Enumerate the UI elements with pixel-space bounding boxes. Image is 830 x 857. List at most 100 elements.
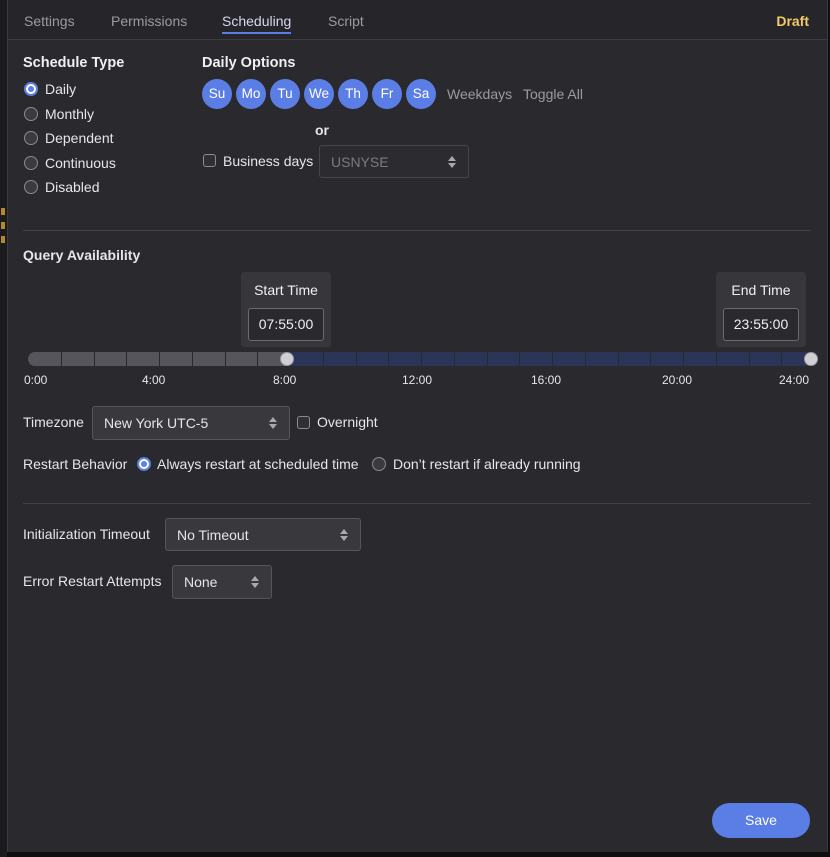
day-toggle-thursday[interactable]: Th bbox=[338, 79, 368, 109]
end-time-box: End Time 23:55:00 bbox=[716, 272, 806, 347]
section-divider bbox=[23, 503, 811, 504]
schedule-daily-label[interactable]: Daily bbox=[45, 81, 76, 97]
overnight-checkbox[interactable] bbox=[297, 416, 310, 429]
slider-hour-notch bbox=[322, 352, 324, 366]
slider-hour-notch bbox=[159, 352, 160, 366]
always-restart-radio[interactable] bbox=[137, 457, 151, 471]
day-toggle-saturday[interactable]: Sa bbox=[406, 79, 436, 109]
tab-settings[interactable]: Settings bbox=[24, 13, 75, 29]
schedule-disabled-label[interactable]: Disabled bbox=[45, 179, 99, 195]
slider-hour-notch bbox=[421, 352, 422, 366]
slider-hour-notch bbox=[388, 352, 390, 366]
day-toggle-monday[interactable]: Mo bbox=[236, 79, 266, 109]
restart-behavior-label: Restart Behavior bbox=[23, 456, 128, 472]
slider-hour-notch bbox=[781, 352, 783, 366]
hour-tick-label: 12:00 bbox=[402, 373, 433, 387]
slider-hour-notch bbox=[683, 352, 684, 366]
business-days-label[interactable]: Business days bbox=[223, 153, 313, 169]
draft-status-badge: Draft bbox=[776, 13, 809, 29]
slider-inactive-segment bbox=[28, 352, 288, 366]
background-marker bbox=[1, 208, 5, 215]
hour-tick-label: 8:00 bbox=[273, 373, 297, 387]
section-divider bbox=[23, 230, 811, 231]
slider-hour-notch bbox=[355, 352, 357, 366]
hour-tick-label: 20:00 bbox=[662, 373, 693, 387]
slider-hour-notch bbox=[617, 352, 619, 366]
select-updown-icon bbox=[269, 417, 277, 429]
select-updown-icon bbox=[251, 576, 259, 588]
timezone-value: New York UTC-5 bbox=[104, 415, 209, 431]
weekdays-button[interactable]: Weekdays bbox=[447, 86, 512, 102]
day-toggle-friday[interactable]: Fr bbox=[372, 79, 402, 109]
start-time-box: Start Time 07:55:00 bbox=[241, 272, 331, 347]
slider-hour-notch bbox=[93, 352, 95, 366]
schedule-monthly-radio[interactable] bbox=[24, 107, 38, 121]
timezone-label: Timezone bbox=[23, 414, 84, 430]
save-button[interactable]: Save bbox=[712, 803, 810, 838]
business-calendar-value: USNYSE bbox=[331, 154, 389, 170]
schedule-dependent-radio[interactable] bbox=[24, 131, 38, 145]
timezone-select[interactable]: New York UTC-5 bbox=[92, 406, 290, 440]
schedule-daily-radio[interactable] bbox=[24, 82, 38, 96]
error-restart-attempts-select[interactable]: None bbox=[172, 565, 272, 599]
schedule-dependent-label[interactable]: Dependent bbox=[45, 130, 114, 146]
business-calendar-select[interactable]: USNYSE bbox=[319, 145, 469, 178]
select-updown-icon bbox=[448, 156, 456, 168]
error-restart-attempts-label: Error Restart Attempts bbox=[23, 573, 162, 589]
schedule-continuous-label[interactable]: Continuous bbox=[45, 155, 116, 171]
schedule-disabled-radio[interactable] bbox=[24, 180, 38, 194]
scheduling-dialog: Settings Permissions Scheduling Script D… bbox=[7, 0, 828, 852]
slider-hour-notch bbox=[715, 352, 717, 366]
slider-hour-notch bbox=[126, 352, 128, 366]
day-toggle-sunday[interactable]: Su bbox=[202, 79, 232, 109]
availability-range-slider[interactable] bbox=[28, 352, 814, 366]
slider-hour-notch bbox=[650, 352, 652, 366]
slider-hour-notch bbox=[453, 352, 455, 366]
tab-bar: Settings Permissions Scheduling Script D… bbox=[8, 0, 827, 40]
schedule-monthly-label[interactable]: Monthly bbox=[45, 106, 94, 122]
dont-restart-radio[interactable] bbox=[372, 457, 386, 471]
or-separator: or bbox=[315, 122, 329, 138]
start-time-input[interactable]: 07:55:00 bbox=[248, 308, 324, 341]
slider-hour-notch bbox=[519, 352, 521, 366]
hour-tick-label: 16:00 bbox=[531, 373, 562, 387]
tab-scheduling[interactable]: Scheduling bbox=[222, 13, 292, 34]
dont-restart-label[interactable]: Don’t restart if already running bbox=[393, 456, 581, 472]
schedule-continuous-radio[interactable] bbox=[24, 156, 38, 170]
background-marker bbox=[1, 222, 5, 229]
hour-tick-label: 0:00 bbox=[24, 373, 48, 387]
slider-hour-notch bbox=[224, 352, 226, 366]
query-availability-heading: Query Availability bbox=[23, 247, 141, 263]
background-marker bbox=[1, 236, 5, 243]
initialization-timeout-select[interactable]: No Timeout bbox=[165, 518, 361, 551]
hour-tick-label: 4:00 bbox=[142, 373, 166, 387]
slider-hour-notch bbox=[552, 352, 553, 366]
slider-active-segment bbox=[287, 352, 812, 366]
business-days-checkbox[interactable] bbox=[203, 154, 216, 167]
select-updown-icon bbox=[340, 529, 348, 541]
initialization-timeout-value: No Timeout bbox=[177, 527, 249, 543]
slider-hour-notch bbox=[60, 352, 62, 366]
end-time-label: End Time bbox=[731, 282, 791, 298]
error-restart-attempts-value: None bbox=[184, 574, 218, 590]
tab-script[interactable]: Script bbox=[328, 13, 364, 29]
slider-hour-notch bbox=[191, 352, 193, 366]
initialization-timeout-label: Initialization Timeout bbox=[23, 526, 150, 542]
tab-permissions[interactable]: Permissions bbox=[111, 13, 187, 29]
slider-hour-notch bbox=[486, 352, 488, 366]
background-window-edge bbox=[0, 0, 7, 857]
hour-tick-label: 24:00 bbox=[779, 373, 810, 387]
end-time-input[interactable]: 23:55:00 bbox=[723, 308, 799, 341]
slider-hour-notch bbox=[584, 352, 586, 366]
daily-options-heading: Daily Options bbox=[202, 55, 296, 71]
day-toggle-tuesday[interactable]: Tu bbox=[270, 79, 300, 109]
schedule-type-heading: Schedule Type bbox=[23, 55, 125, 71]
slider-hour-notch bbox=[748, 352, 750, 366]
always-restart-label[interactable]: Always restart at scheduled time bbox=[157, 456, 359, 472]
day-toggle-wednesday[interactable]: We bbox=[304, 79, 334, 109]
range-end-handle[interactable] bbox=[804, 352, 819, 366]
toggle-all-button[interactable]: Toggle All bbox=[523, 86, 583, 102]
start-time-label: Start Time bbox=[254, 282, 318, 298]
slider-hour-notch bbox=[257, 352, 259, 366]
overnight-label[interactable]: Overnight bbox=[317, 414, 378, 430]
